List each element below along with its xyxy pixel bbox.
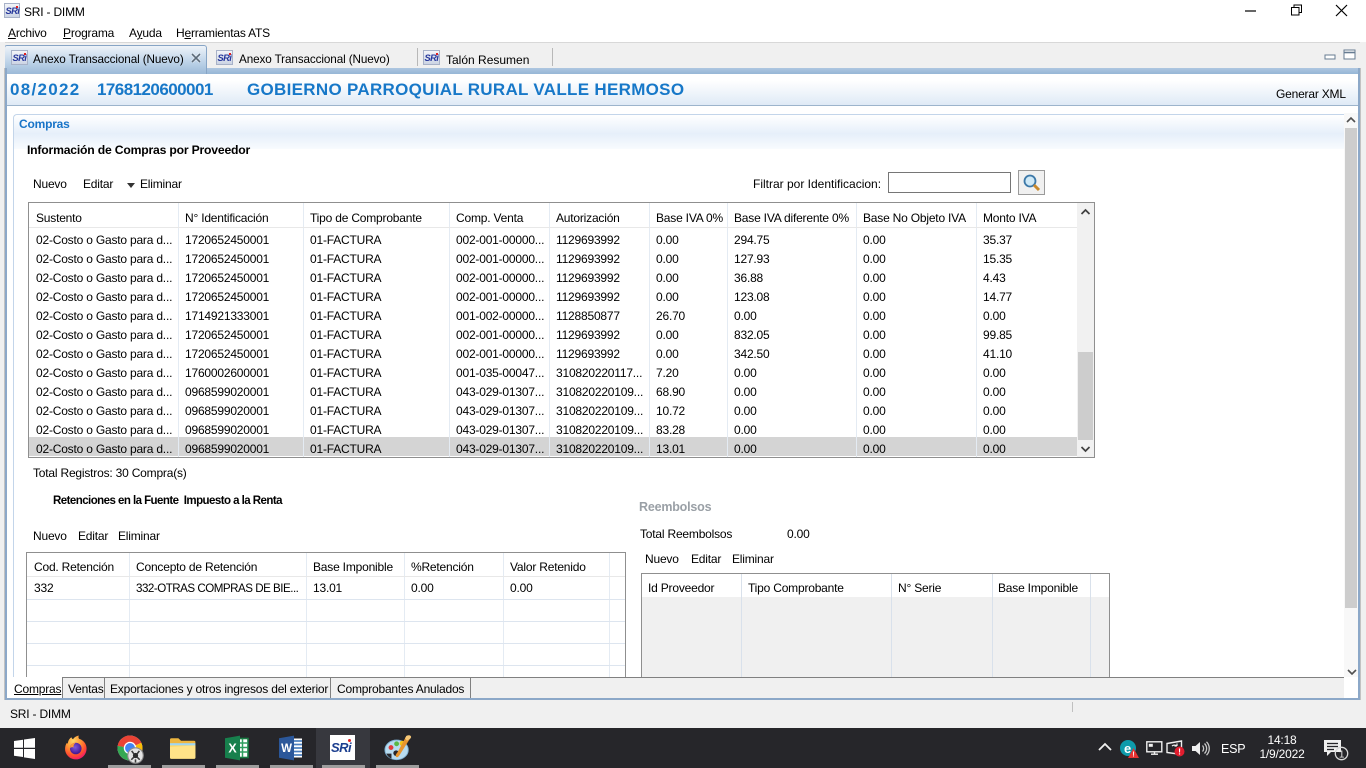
svg-text:1: 1 xyxy=(1339,749,1345,760)
svg-text:W: W xyxy=(281,743,292,755)
svg-text:!: ! xyxy=(1132,752,1134,758)
svg-text:X: X xyxy=(228,742,237,756)
svg-text:!: ! xyxy=(1178,747,1181,757)
